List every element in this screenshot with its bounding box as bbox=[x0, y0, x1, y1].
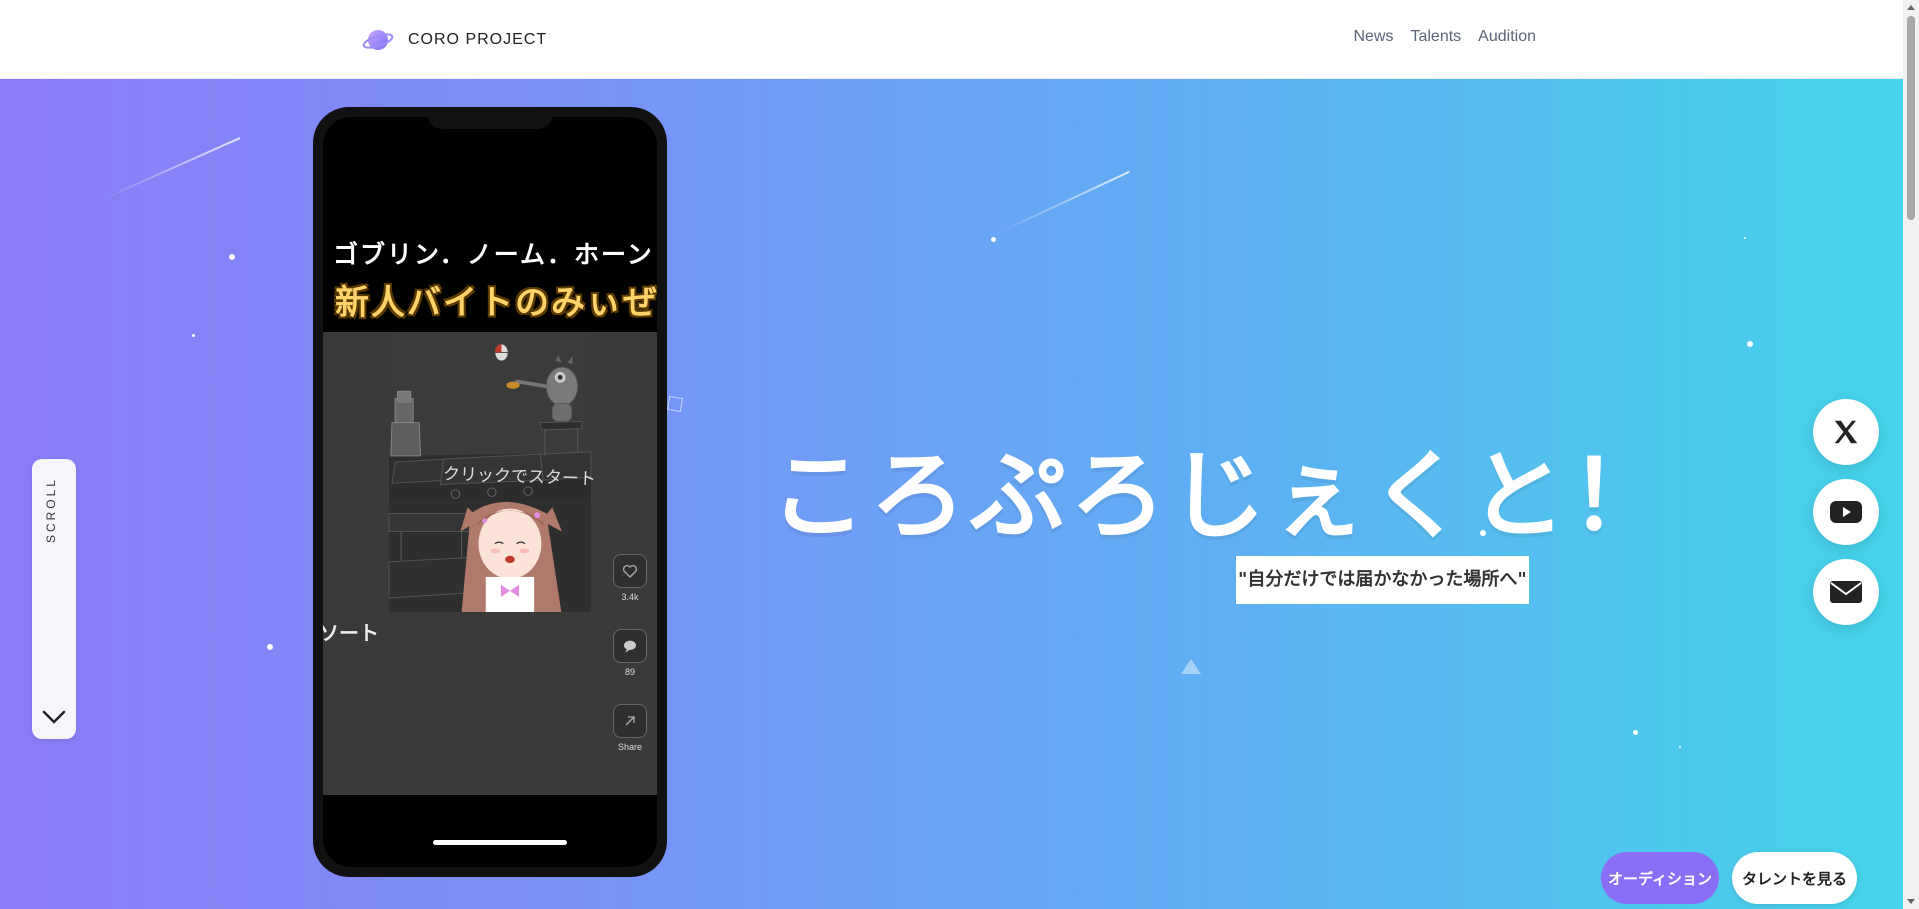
site-header: CORO PROJECT News Talents Audition bbox=[0, 0, 1903, 79]
x-social-button[interactable] bbox=[1813, 399, 1879, 465]
hero-tagline: "自分だけでは届かなかった場所へ" bbox=[1236, 556, 1529, 604]
star bbox=[267, 644, 273, 650]
video-frame[interactable]: クリックでスタート ソート 3.4k 89 Share bbox=[323, 332, 657, 795]
phone-screen[interactable]: ゴブリン．ノーム．ホーン 新人バイトのみぃぜ クリックでスタート ソート 3.4… bbox=[323, 117, 657, 867]
comment-button[interactable] bbox=[613, 629, 647, 663]
heart-icon bbox=[622, 564, 638, 578]
game-click-text: クリックでスタート bbox=[442, 464, 597, 490]
mail-social-button[interactable] bbox=[1813, 559, 1879, 625]
page-scrollbar[interactable] bbox=[1903, 0, 1919, 909]
game-title-line1: ゴブリン．ノーム．ホーン bbox=[333, 240, 654, 269]
star bbox=[192, 334, 195, 337]
brand-name: CORO PROJECT bbox=[408, 31, 548, 48]
decor-square bbox=[666, 395, 684, 413]
talent-cta-button[interactable]: タレントを見る bbox=[1732, 852, 1857, 904]
star bbox=[1747, 341, 1753, 347]
chevron-down-icon bbox=[42, 710, 66, 724]
decor-triangle bbox=[1181, 659, 1201, 674]
nav-news[interactable]: News bbox=[1353, 28, 1393, 46]
comment-icon bbox=[624, 640, 636, 653]
shooting-star bbox=[102, 137, 241, 200]
mail-icon bbox=[1830, 581, 1862, 603]
scrollbar-thumb[interactable] bbox=[1907, 16, 1915, 220]
audition-cta-button[interactable]: オーディション bbox=[1601, 852, 1719, 904]
brand[interactable]: CORO PROJECT bbox=[362, 24, 547, 56]
share-button[interactable] bbox=[613, 704, 647, 738]
scroll-down-arrow-icon[interactable] bbox=[1907, 899, 1915, 904]
share-label: Share bbox=[617, 742, 643, 752]
like-button[interactable] bbox=[613, 554, 647, 588]
star bbox=[1744, 237, 1746, 239]
star bbox=[229, 254, 235, 260]
like-count: 3.4k bbox=[621, 592, 639, 602]
game-start-text: ソート bbox=[323, 621, 379, 645]
shooting-star bbox=[997, 170, 1130, 234]
star bbox=[1679, 746, 1681, 748]
scroll-up-arrow-icon[interactable] bbox=[1907, 5, 1915, 10]
x-icon bbox=[1834, 420, 1858, 444]
star bbox=[991, 237, 996, 242]
share-icon bbox=[625, 716, 635, 726]
youtube-icon bbox=[1830, 501, 1862, 523]
youtube-social-button[interactable] bbox=[1813, 479, 1879, 545]
nav-audition[interactable]: Audition bbox=[1478, 28, 1536, 46]
scroll-indicator[interactable]: SCROLL bbox=[32, 459, 76, 739]
nav-talents[interactable]: Talents bbox=[1410, 28, 1461, 46]
scroll-label: SCROLL bbox=[44, 477, 58, 544]
star bbox=[1633, 730, 1638, 735]
home-indicator bbox=[433, 840, 567, 845]
game-title-line2: 新人バイトのみぃぜ bbox=[335, 283, 657, 323]
main-nav: News Talents Audition bbox=[1353, 28, 1536, 46]
phone-mockup: ゴブリン．ノーム．ホーン 新人バイトのみぃぜ クリックでスタート ソート 3.4… bbox=[313, 107, 667, 877]
planet-logo-icon bbox=[362, 24, 394, 56]
phone-notch bbox=[428, 107, 552, 129]
hero-headline: ころぷろじぇくと！ bbox=[770, 440, 1670, 552]
comment-count: 89 bbox=[624, 667, 635, 677]
